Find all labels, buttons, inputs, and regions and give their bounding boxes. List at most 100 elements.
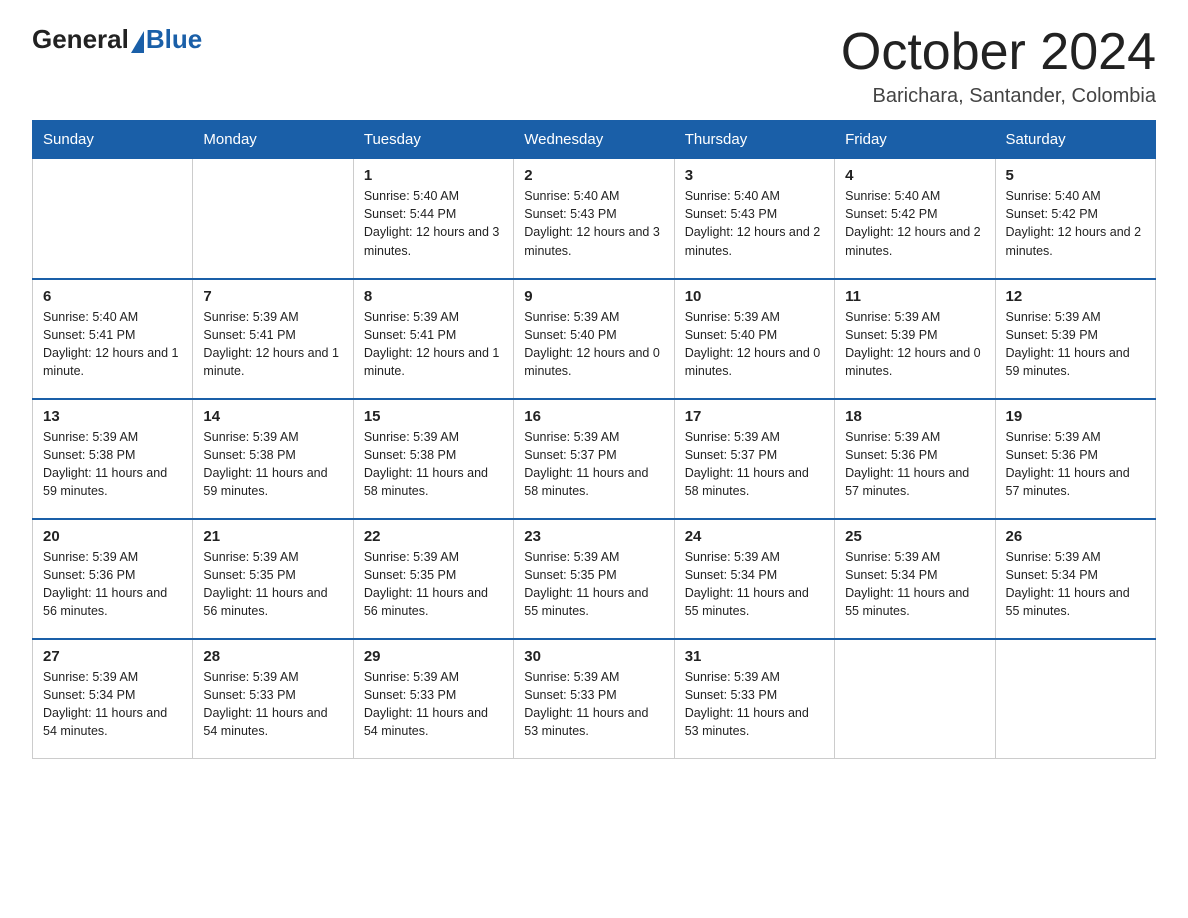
table-row: 17Sunrise: 5:39 AMSunset: 5:37 PMDayligh…: [674, 399, 834, 519]
day-info: Sunrise: 5:39 AMSunset: 5:34 PMDaylight:…: [1006, 548, 1145, 621]
table-row: 6Sunrise: 5:40 AMSunset: 5:41 PMDaylight…: [33, 279, 193, 399]
calendar-week-row: 27 Sunrise: 5:39 AMSunset: 5:34 PMDayligh…: [33, 639, 1156, 759]
day-info: Sunrise: 5:39 AMSunset: 5:34 PMDaylight:…: [43, 668, 182, 741]
day-info: Sunrise: 5:40 AMSunset: 5:42 PMDaylight:…: [845, 187, 984, 260]
day-number: 19: [1006, 408, 1145, 425]
logo: General Blue: [32, 24, 202, 55]
calendar-table: Sunday Monday Tuesday Wednesday Thursday…: [32, 120, 1156, 759]
day-number: 25: [845, 528, 984, 545]
table-row: 28Sunrise: 5:39 AMSunset: 5:33 PMDayligh…: [193, 639, 353, 759]
table-row: 19 Sunrise: 5:39 AMSunset: 5:36 PMDayligh…: [995, 399, 1155, 519]
header-sunday: Sunday: [33, 121, 193, 159]
day-number: 8: [364, 288, 503, 305]
table-row: 12 Sunrise: 5:39 AMSunset: 5:39 PMDayligh…: [995, 279, 1155, 399]
day-info: Sunrise: 5:39 AMSunset: 5:33 PMDaylight:…: [685, 668, 824, 741]
calendar-week-row: 1 Sunrise: 5:40 AMSunset: 5:44 PMDaylight…: [33, 159, 1156, 279]
day-number: 18: [845, 408, 984, 425]
day-info: Sunrise: 5:40 AMSunset: 5:44 PMDaylight:…: [364, 187, 503, 260]
day-info: Sunrise: 5:39 AMSunset: 5:35 PMDaylight:…: [524, 548, 663, 621]
day-info: Sunrise: 5:39 AMSunset: 5:34 PMDaylight:…: [685, 548, 824, 621]
day-number: 11: [845, 288, 984, 305]
header-saturday: Saturday: [995, 121, 1155, 159]
day-info: Sunrise: 5:39 AMSunset: 5:39 PMDaylight:…: [1006, 308, 1145, 381]
table-row: 25Sunrise: 5:39 AMSunset: 5:34 PMDayligh…: [835, 519, 995, 639]
day-number: 23: [524, 528, 663, 545]
day-number: 1: [364, 167, 503, 184]
day-number: 24: [685, 528, 824, 545]
table-row: 30Sunrise: 5:39 AMSunset: 5:33 PMDayligh…: [514, 639, 674, 759]
day-info: Sunrise: 5:39 AMSunset: 5:38 PMDaylight:…: [43, 428, 182, 501]
header-tuesday: Tuesday: [353, 121, 513, 159]
table-row: [995, 639, 1155, 759]
calendar-week-row: 20Sunrise: 5:39 AMSunset: 5:36 PMDayligh…: [33, 519, 1156, 639]
day-info: Sunrise: 5:39 AMSunset: 5:40 PMDaylight:…: [524, 308, 663, 381]
calendar-week-row: 13 Sunrise: 5:39 AMSunset: 5:38 PMDayligh…: [33, 399, 1156, 519]
day-number: 4: [845, 167, 984, 184]
day-number: 5: [1006, 167, 1145, 184]
header-monday: Monday: [193, 121, 353, 159]
day-number: 10: [685, 288, 824, 305]
table-row: 21Sunrise: 5:39 AMSunset: 5:35 PMDayligh…: [193, 519, 353, 639]
table-row: 26 Sunrise: 5:39 AMSunset: 5:34 PMDayligh…: [995, 519, 1155, 639]
header-wednesday: Wednesday: [514, 121, 674, 159]
table-row: 9 Sunrise: 5:39 AMSunset: 5:40 PMDaylight…: [514, 279, 674, 399]
table-row: 22 Sunrise: 5:39 AMSunset: 5:35 PMDayligh…: [353, 519, 513, 639]
day-number: 13: [43, 408, 182, 425]
day-number: 16: [524, 408, 663, 425]
page-header: General Blue October 2024 Barichara, San…: [32, 24, 1156, 108]
logo-blue-text: Blue: [146, 24, 202, 55]
day-info: Sunrise: 5:39 AMSunset: 5:40 PMDaylight:…: [685, 308, 824, 381]
logo-general-text: General: [32, 24, 129, 55]
table-row: 31 Sunrise: 5:39 AMSunset: 5:33 PMDayligh…: [674, 639, 834, 759]
day-info: Sunrise: 5:39 AMSunset: 5:38 PMDaylight:…: [364, 428, 503, 501]
table-row: [193, 159, 353, 279]
table-row: 3Sunrise: 5:40 AMSunset: 5:43 PMDaylight…: [674, 159, 834, 279]
table-row: 8 Sunrise: 5:39 AMSunset: 5:41 PMDaylight…: [353, 279, 513, 399]
day-info: Sunrise: 5:39 AMSunset: 5:37 PMDaylight:…: [685, 428, 824, 501]
table-row: [33, 159, 193, 279]
table-row: [835, 639, 995, 759]
day-number: 22: [364, 528, 503, 545]
day-number: 14: [203, 408, 342, 425]
day-info: Sunrise: 5:39 AMSunset: 5:35 PMDaylight:…: [364, 548, 503, 621]
day-info: Sunrise: 5:40 AMSunset: 5:43 PMDaylight:…: [524, 187, 663, 260]
day-info: Sunrise: 5:39 AMSunset: 5:33 PMDaylight:…: [364, 668, 503, 741]
day-number: 20: [43, 528, 182, 545]
day-info: Sunrise: 5:39 AMSunset: 5:41 PMDaylight:…: [364, 308, 503, 381]
day-number: 2: [524, 167, 663, 184]
table-row: 23 Sunrise: 5:39 AMSunset: 5:35 PMDayligh…: [514, 519, 674, 639]
weekday-header-row: Sunday Monday Tuesday Wednesday Thursday…: [33, 121, 1156, 159]
day-number: 30: [524, 648, 663, 665]
month-title: October 2024: [841, 24, 1156, 81]
day-info: Sunrise: 5:39 AMSunset: 5:36 PMDaylight:…: [845, 428, 984, 501]
table-row: 24 Sunrise: 5:39 AMSunset: 5:34 PMDayligh…: [674, 519, 834, 639]
table-row: 16Sunrise: 5:39 AMSunset: 5:37 PMDayligh…: [514, 399, 674, 519]
logo-area: General Blue: [32, 24, 202, 55]
header-friday: Friday: [835, 121, 995, 159]
day-info: Sunrise: 5:39 AMSunset: 5:38 PMDaylight:…: [203, 428, 342, 501]
table-row: 10 Sunrise: 5:39 AMSunset: 5:40 PMDayligh…: [674, 279, 834, 399]
table-row: 13 Sunrise: 5:39 AMSunset: 5:38 PMDayligh…: [33, 399, 193, 519]
day-number: 21: [203, 528, 342, 545]
logo-triangle-icon: [131, 31, 144, 53]
day-number: 26: [1006, 528, 1145, 545]
day-number: 7: [203, 288, 342, 305]
table-row: 18 Sunrise: 5:39 AMSunset: 5:36 PMDayligh…: [835, 399, 995, 519]
table-row: 7 Sunrise: 5:39 AMSunset: 5:41 PMDaylight…: [193, 279, 353, 399]
day-number: 27: [43, 648, 182, 665]
day-number: 12: [1006, 288, 1145, 305]
table-row: 2 Sunrise: 5:40 AMSunset: 5:43 PMDaylight…: [514, 159, 674, 279]
day-number: 28: [203, 648, 342, 665]
day-number: 6: [43, 288, 182, 305]
day-number: 9: [524, 288, 663, 305]
day-number: 29: [364, 648, 503, 665]
day-number: 3: [685, 167, 824, 184]
day-number: 15: [364, 408, 503, 425]
table-row: 1 Sunrise: 5:40 AMSunset: 5:44 PMDaylight…: [353, 159, 513, 279]
day-info: Sunrise: 5:39 AMSunset: 5:36 PMDaylight:…: [1006, 428, 1145, 501]
day-number: 31: [685, 648, 824, 665]
day-info: Sunrise: 5:39 AMSunset: 5:41 PMDaylight:…: [203, 308, 342, 381]
table-row: 11Sunrise: 5:39 AMSunset: 5:39 PMDayligh…: [835, 279, 995, 399]
table-row: 5Sunrise: 5:40 AMSunset: 5:42 PMDaylight…: [995, 159, 1155, 279]
calendar-week-row: 6Sunrise: 5:40 AMSunset: 5:41 PMDaylight…: [33, 279, 1156, 399]
